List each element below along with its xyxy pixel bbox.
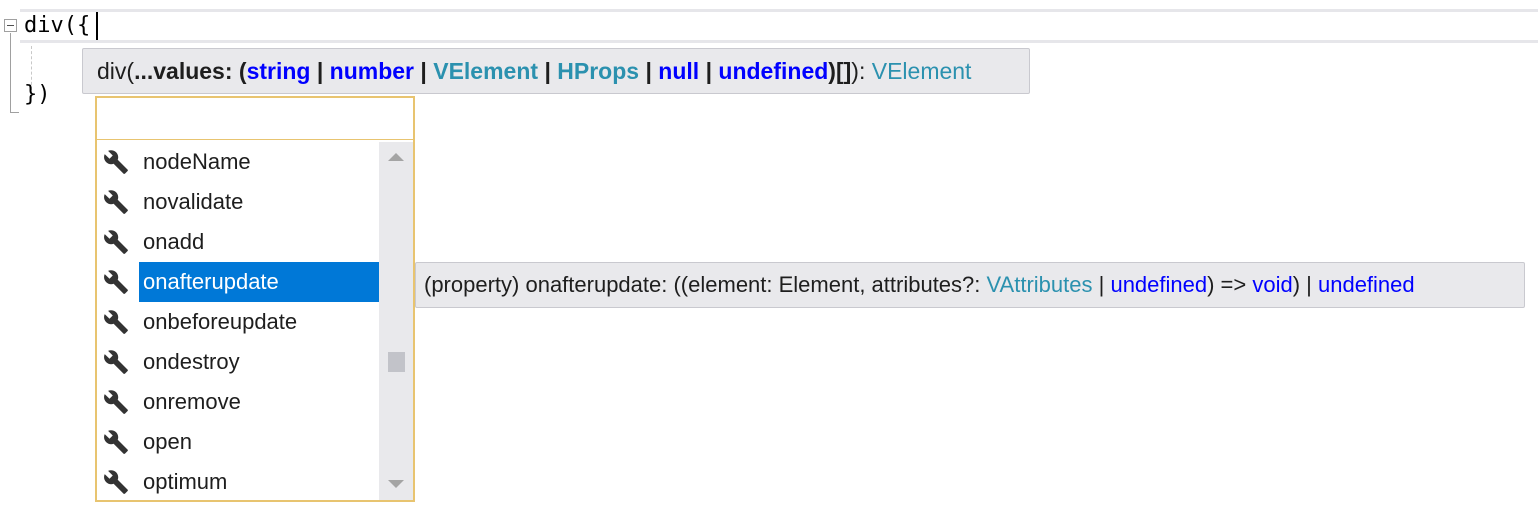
completion-item[interactable]: nodeName [97, 142, 381, 182]
completion-item-label: onafterupdate [139, 262, 381, 302]
wrench-icon [101, 389, 131, 415]
sig-sep: | [639, 58, 659, 84]
qi-type-void: void [1252, 272, 1293, 297]
sig-type-number: number [329, 58, 415, 84]
current-line-highlight [20, 9, 1538, 43]
sig-sep: | [538, 58, 558, 84]
completion-item[interactable]: onbeforeupdate [97, 302, 381, 342]
wrench-icon [101, 269, 131, 295]
completion-items[interactable]: nodeName novalidate onadd onafterupdate onbe… [97, 142, 381, 502]
sig-return-type: VElement [871, 58, 972, 84]
sig-type-velement: VElement [433, 58, 539, 84]
sig-type-undefined: undefined [718, 58, 829, 84]
fold-guide-end [10, 112, 19, 113]
code-line-3[interactable]: }) [24, 80, 51, 110]
completion-item-label: optimum [143, 469, 228, 494]
completion-item-label: ondestroy [143, 349, 240, 374]
code-line-1[interactable]: div({ [24, 11, 90, 41]
fold-guide [10, 33, 11, 113]
collapse-icon[interactable] [4, 19, 17, 32]
completion-item-label: nodeName [143, 149, 251, 174]
sig-sep: | [699, 58, 719, 84]
completion-list[interactable]: nodeName novalidate onadd onafterupdate onbe… [95, 96, 415, 502]
qi-arrow: ) => [1207, 272, 1253, 297]
completion-item[interactable]: open [97, 422, 381, 462]
scroll-down-arrow-icon[interactable] [388, 480, 404, 488]
completion-item-label: novalidate [143, 189, 244, 214]
wrench-icon [101, 469, 131, 495]
completion-filter-input[interactable] [97, 98, 413, 140]
sig-close: )[] [828, 58, 852, 84]
sig-after: ): [851, 58, 872, 84]
sig-sep: | [414, 58, 434, 84]
qi-type-undefined-2: undefined [1317, 272, 1415, 297]
signature-help-tooltip: div(...values: (string | number | VEleme… [82, 48, 1030, 94]
completion-item[interactable]: onadd [97, 222, 381, 262]
qi-prefix: (property) onafterupdate: ((element: Ele… [424, 272, 987, 297]
qi-type-undefined: undefined [1110, 272, 1208, 297]
qi-sep: | [1092, 272, 1111, 297]
completion-item[interactable]: optimum [97, 462, 381, 502]
qi-sep: ) | [1292, 272, 1318, 297]
sig-sep: | [310, 58, 330, 84]
sig-open-paren: ( [238, 58, 247, 84]
completion-item[interactable]: ondestroy [97, 342, 381, 382]
sig-param: ...values: [134, 58, 239, 84]
scroll-thumb[interactable] [388, 352, 405, 372]
wrench-icon [101, 149, 131, 175]
wrench-icon [101, 229, 131, 255]
quick-info-tooltip: (property) onafterupdate: ((element: Ele… [415, 262, 1525, 308]
sig-type-string: string [246, 58, 311, 84]
completion-item[interactable]: novalidate [97, 182, 381, 222]
completion-item-label: open [143, 429, 192, 454]
wrench-icon [101, 429, 131, 455]
completion-item[interactable]: onafterupdate [97, 262, 381, 302]
completion-item-label: onremove [143, 389, 241, 414]
sig-function: div( [97, 58, 135, 84]
wrench-icon [101, 309, 131, 335]
text-caret [96, 12, 98, 40]
completion-item-label: onadd [143, 229, 205, 254]
wrench-icon [101, 189, 131, 215]
completion-scrollbar[interactable] [379, 142, 413, 500]
scroll-up-arrow-icon[interactable] [388, 153, 404, 161]
sig-type-null: null [658, 58, 700, 84]
wrench-icon [101, 349, 131, 375]
completion-item-label: onbeforeupdate [143, 309, 298, 334]
completion-item[interactable]: onremove [97, 382, 381, 422]
qi-type-vattributes: VAttributes [986, 272, 1093, 297]
sig-type-hprops: HProps [557, 58, 640, 84]
